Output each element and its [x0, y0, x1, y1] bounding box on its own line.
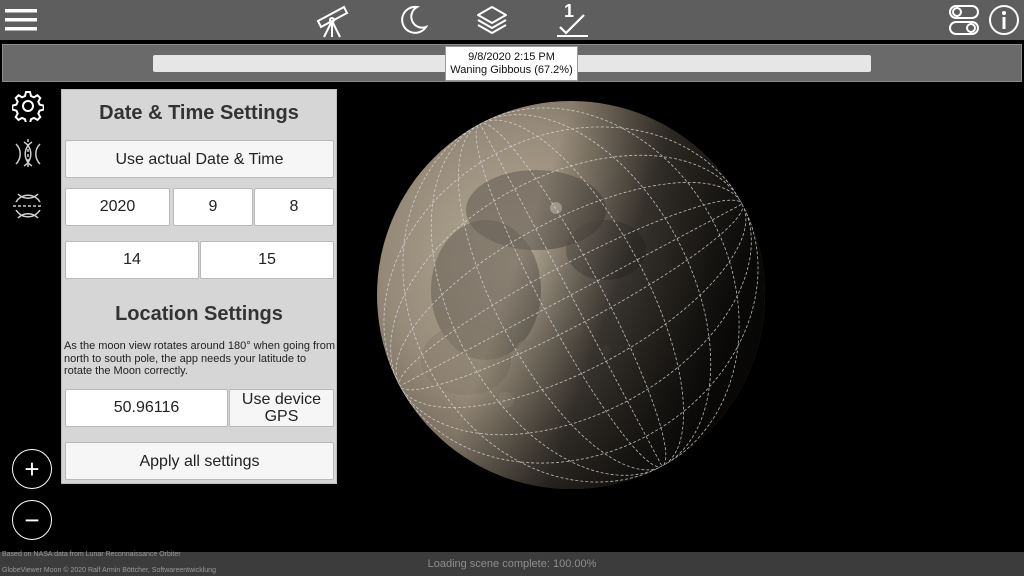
marker-number-icon[interactable]: 1 [552, 0, 592, 40]
apply-settings-button[interactable]: Apply all settings [65, 442, 334, 480]
zoom-in-button[interactable]: + [12, 449, 52, 489]
tooltip-phase: Waning Gibbous (67.2%) [450, 64, 573, 76]
minute-field[interactable]: 15 [200, 241, 334, 279]
hour-field[interactable]: 14 [65, 241, 199, 279]
month-field[interactable]: 9 [173, 188, 253, 226]
telescope-icon[interactable] [313, 0, 353, 40]
layers-icon[interactable] [474, 0, 510, 40]
loading-status: Loading scene complete: 100.00% [427, 558, 597, 570]
hamburger-menu-icon[interactable] [4, 0, 38, 40]
crescent-moon-icon[interactable] [395, 0, 431, 40]
use-actual-datetime-button[interactable]: Use actual Date & Time [65, 140, 334, 178]
day-field[interactable]: 8 [254, 188, 334, 226]
use-gps-button[interactable]: Use device GPS [229, 389, 334, 427]
location-description: As the moon view rotates around 180° whe… [64, 340, 335, 377]
marker-number: 1 [564, 1, 574, 21]
mirror-vertical-icon[interactable] [8, 186, 48, 226]
location-settings-title: Location Settings [115, 303, 283, 325]
top-toolbar: 1 [0, 0, 1024, 40]
year-field[interactable]: 2020 [65, 188, 170, 226]
gear-icon[interactable] [8, 86, 48, 126]
zoom-out-button[interactable]: − [12, 500, 52, 540]
zoom-out-label: − [24, 505, 40, 535]
datetime-settings-title: Date & Time Settings [99, 102, 299, 124]
tooltip-datetime: 9/8/2020 2:15 PM [468, 51, 555, 63]
toggle-switches-icon[interactable] [946, 0, 982, 40]
info-icon[interactable] [986, 0, 1022, 40]
latitude-field[interactable]: 50.96116 [65, 389, 228, 427]
credit-line-1: Based on NASA data from Lunar Reconnaiss… [2, 551, 181, 558]
mirror-horizontal-icon[interactable] [8, 134, 48, 174]
moon-globe[interactable] [376, 100, 766, 490]
zoom-in-label: + [24, 454, 40, 484]
timeline-tooltip: 9/8/2020 2:15 PM Waning Gibbous (67.2%) [445, 46, 578, 81]
settings-panel: Date & Time Settings Use actual Date & T… [61, 89, 337, 484]
